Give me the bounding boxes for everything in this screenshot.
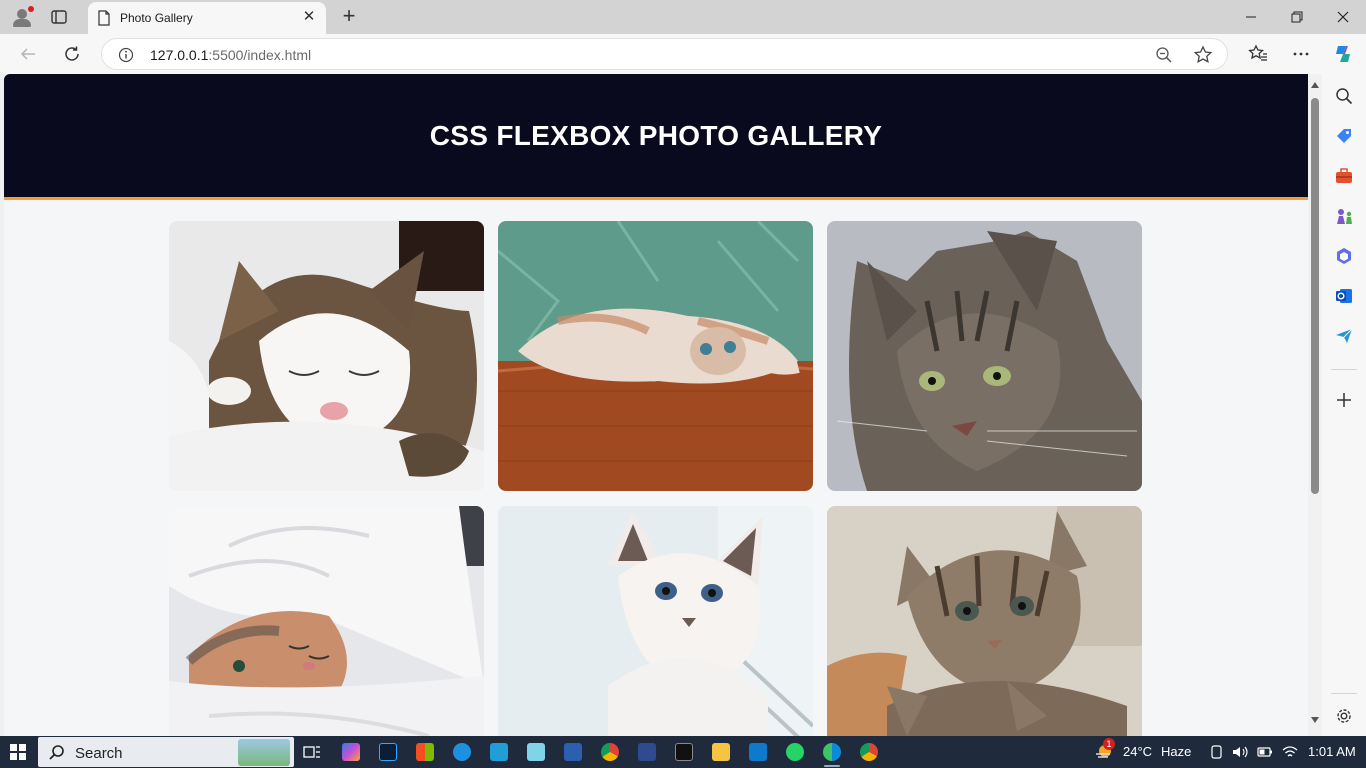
address-bar[interactable]: 127.0.0.1:5500/index.html [101,38,1228,70]
close-window-button[interactable] [1320,0,1366,34]
volume-icon[interactable] [1232,745,1248,759]
search-icon [48,744,66,767]
battery-icon[interactable] [1257,745,1272,759]
tab-actions-icon[interactable] [50,8,68,26]
clock-time[interactable]: 1:01 AM [1308,744,1356,759]
scroll-down-arrow-icon[interactable] [1311,717,1319,723]
active-app-indicator [824,765,840,767]
photoshop-icon[interactable] [379,743,397,761]
task-view-icon[interactable] [303,743,321,761]
settings-gear-icon[interactable] [1335,707,1353,725]
gallery-photo-6[interactable] [827,506,1142,736]
favorite-star-icon[interactable] [1193,45,1213,70]
vscode-icon[interactable] [749,743,767,761]
profile-avatar-icon[interactable] [10,5,34,29]
search-placeholder: Search [75,745,123,762]
outlook-icon[interactable] [1335,287,1353,305]
page-title: CSS FLEXBOX PHOTO GALLERY [429,120,883,151]
site-info-icon[interactable] [118,47,134,68]
taskbar-search[interactable]: Search [38,737,294,767]
gallery-photo-1[interactable] [169,221,484,491]
page-icon [97,10,111,31]
store-icon[interactable] [416,743,434,761]
windows-taskbar: Search 1 24°C Haze 1:01 AM [0,736,1366,768]
scrollbar-thumb[interactable] [1311,98,1319,494]
url-text: 127.0.0.1:5500/index.html [150,47,311,63]
minimize-button[interactable] [1228,0,1274,34]
back-arrow-icon[interactable] [17,43,39,65]
toolbox-icon[interactable] [1335,167,1353,185]
sidebar-divider [1331,693,1357,694]
page-scrollbar[interactable] [1308,74,1322,736]
word-icon[interactable] [564,743,582,761]
gallery-photo-5[interactable] [498,506,813,736]
games-icon[interactable] [1335,207,1353,225]
windows-start-icon[interactable] [10,744,26,760]
sway-icon[interactable] [490,743,508,761]
weather-temperature: 24°C [1123,744,1153,759]
refresh-icon[interactable] [61,43,83,65]
weather-condition: Haze [1161,744,1192,759]
notepad-icon[interactable] [527,743,545,761]
scroll-up-arrow-icon[interactable] [1311,82,1319,88]
browser-toolbar: 127.0.0.1:5500/index.html [0,34,1366,74]
send-icon[interactable] [1335,327,1353,345]
gallery-photo-2[interactable] [498,221,813,491]
copilot-taskbar-icon[interactable] [342,743,360,761]
tab-title: Photo Gallery [120,11,193,25]
search-highlight-image [238,739,290,766]
microsoft-365-icon[interactable] [1335,247,1353,265]
sidebar-divider [1331,369,1357,370]
chrome-icon[interactable] [601,743,619,761]
command-prompt-icon[interactable] [675,743,693,761]
browser-tab[interactable]: Photo Gallery ✕ [88,2,326,34]
gallery-photo-4[interactable] [169,506,484,736]
new-tab-button[interactable]: + [338,5,360,27]
edge-icon[interactable] [823,743,841,761]
browser-sidebar [1322,74,1366,736]
restore-button[interactable] [1274,0,1320,34]
page-viewport: CSS FLEXBOX PHOTO GALLERY [4,74,1308,736]
file-explorer-icon[interactable] [712,743,730,761]
search-icon[interactable] [1335,87,1353,105]
browser-titlebar: Photo Gallery ✕ + [0,0,1366,34]
copilot-icon[interactable] [1332,43,1354,65]
internet-explorer-icon[interactable] [453,743,471,761]
chrome-icon[interactable] [860,743,878,761]
site-header: CSS FLEXBOX PHOTO GALLERY [4,74,1308,200]
close-tab-icon[interactable]: ✕ [300,8,318,26]
url-path: :5500/index.html [208,47,312,63]
zoom-out-icon[interactable] [1155,46,1173,69]
add-icon[interactable] [1335,391,1353,409]
favorites-icon[interactable] [1247,43,1269,65]
shopping-tag-icon[interactable] [1335,127,1353,145]
more-options-icon[interactable] [1290,43,1312,65]
url-host: 127.0.0.1 [150,47,209,63]
weather-icon[interactable]: 1 [1094,738,1115,760]
network-tool-icon[interactable] [638,743,656,761]
gallery-photo-3[interactable] [827,221,1142,491]
wifi-icon[interactable] [1282,745,1298,759]
notification-badge: 1 [1103,738,1115,750]
meet-now-icon[interactable] [1210,745,1224,759]
whatsapp-icon[interactable] [786,743,804,761]
